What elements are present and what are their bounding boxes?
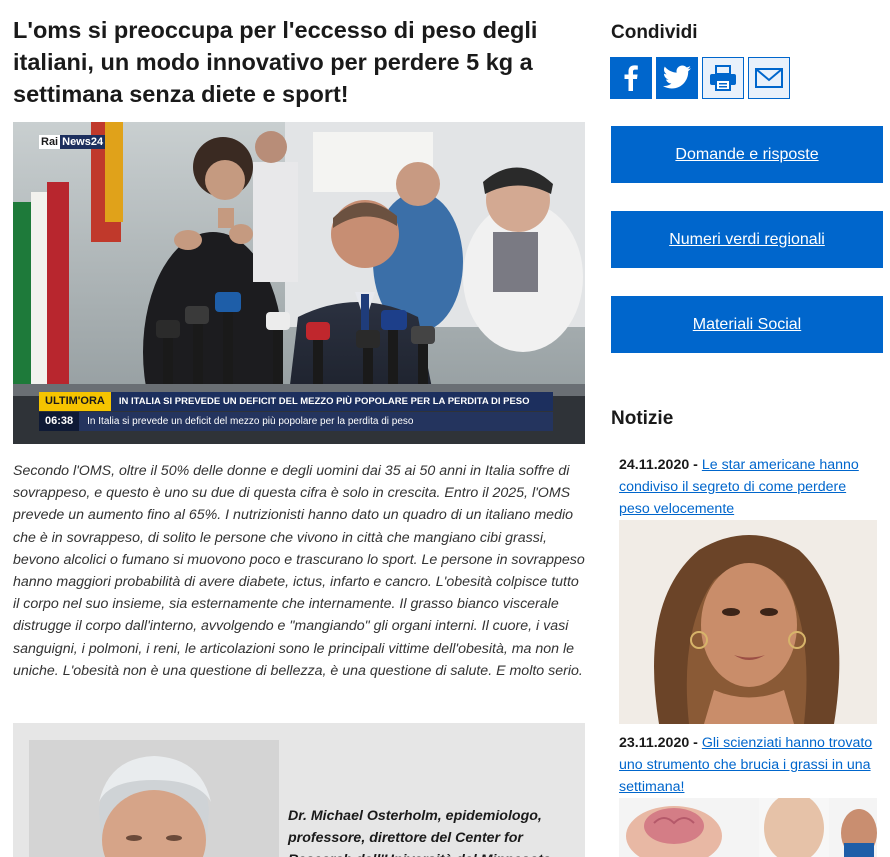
ticker-top-row: ULTIM'ORA IN ITALIA SI PREVEDE UN DEFICI…: [39, 392, 553, 411]
expert-photo: [29, 740, 279, 857]
channel-logo-rai: Rai: [39, 135, 61, 149]
share-mail-button[interactable]: [748, 57, 790, 99]
news-image-2[interactable]: [619, 798, 877, 857]
hero-image: Rai News24 ULTIM'ORA IN ITALIA SI PREVED…: [13, 122, 585, 444]
news-separator: -: [689, 457, 702, 473]
sidebar-link-social-materials[interactable]: Materiali Social: [611, 296, 883, 353]
news-image-1[interactable]: [619, 520, 877, 724]
news-image-1-portrait: [619, 520, 877, 724]
channel-logo: Rai News24: [39, 135, 106, 149]
share-facebook-button[interactable]: [610, 57, 652, 99]
channel-logo-news: News24: [60, 135, 106, 149]
share-twitter-button[interactable]: [656, 57, 698, 99]
twitter-icon: [662, 65, 691, 89]
expert-caption: Dr. Michael Osterholm, epidemiologo, pro…: [288, 808, 551, 857]
ticker-time: 06:38: [39, 412, 80, 431]
mail-icon: [755, 68, 783, 88]
sidebar-link-faq-label[interactable]: Domande e risposte: [675, 146, 818, 164]
news-date: 23.11.2020: [619, 735, 690, 751]
expert-portrait: [29, 740, 279, 857]
ticker-headline: IN ITALIA SI PREVEDE UN DEFICIT DEL MEZZ…: [110, 392, 553, 411]
share-buttons: [610, 57, 790, 99]
sidebar-link-social-materials-label[interactable]: Materiali Social: [693, 316, 801, 334]
ticker-subline: In Italia si prevede un deficit del mezz…: [79, 412, 553, 431]
news-separator: -: [689, 735, 702, 751]
news-item-2: 23.11.2020 - Gli scienziati hanno trovat…: [619, 732, 879, 798]
article-body: Secondo l'OMS, oltre il 50% delle donne …: [13, 463, 585, 679]
news-date: 24.11.2020: [619, 457, 690, 473]
news-image-2-illustration: [619, 798, 877, 857]
sidebar-link-regional-numbers-label[interactable]: Numeri verdi regionali: [669, 231, 825, 249]
sidebar-link-regional-numbers[interactable]: Numeri verdi regionali: [611, 211, 883, 268]
share-title: Condividi: [611, 22, 698, 43]
share-print-button[interactable]: [702, 57, 744, 99]
article-headline: L'oms si preoccupa per l'eccesso di peso…: [13, 17, 538, 107]
ticker-bottom-row: 06:38 In Italia si prevede un deficit de…: [39, 412, 553, 431]
facebook-icon: [624, 65, 638, 91]
news-item-1: 24.11.2020 - Le star americane hanno con…: [619, 454, 879, 520]
expert-box: Dr. Michael Osterholm, epidemiologo, pro…: [13, 723, 585, 857]
ticker-label: ULTIM'ORA: [39, 392, 111, 411]
sidebar-link-faq[interactable]: Domande e risposte: [611, 126, 883, 183]
print-icon: [710, 65, 736, 91]
news-title: Notizie: [611, 408, 674, 429]
